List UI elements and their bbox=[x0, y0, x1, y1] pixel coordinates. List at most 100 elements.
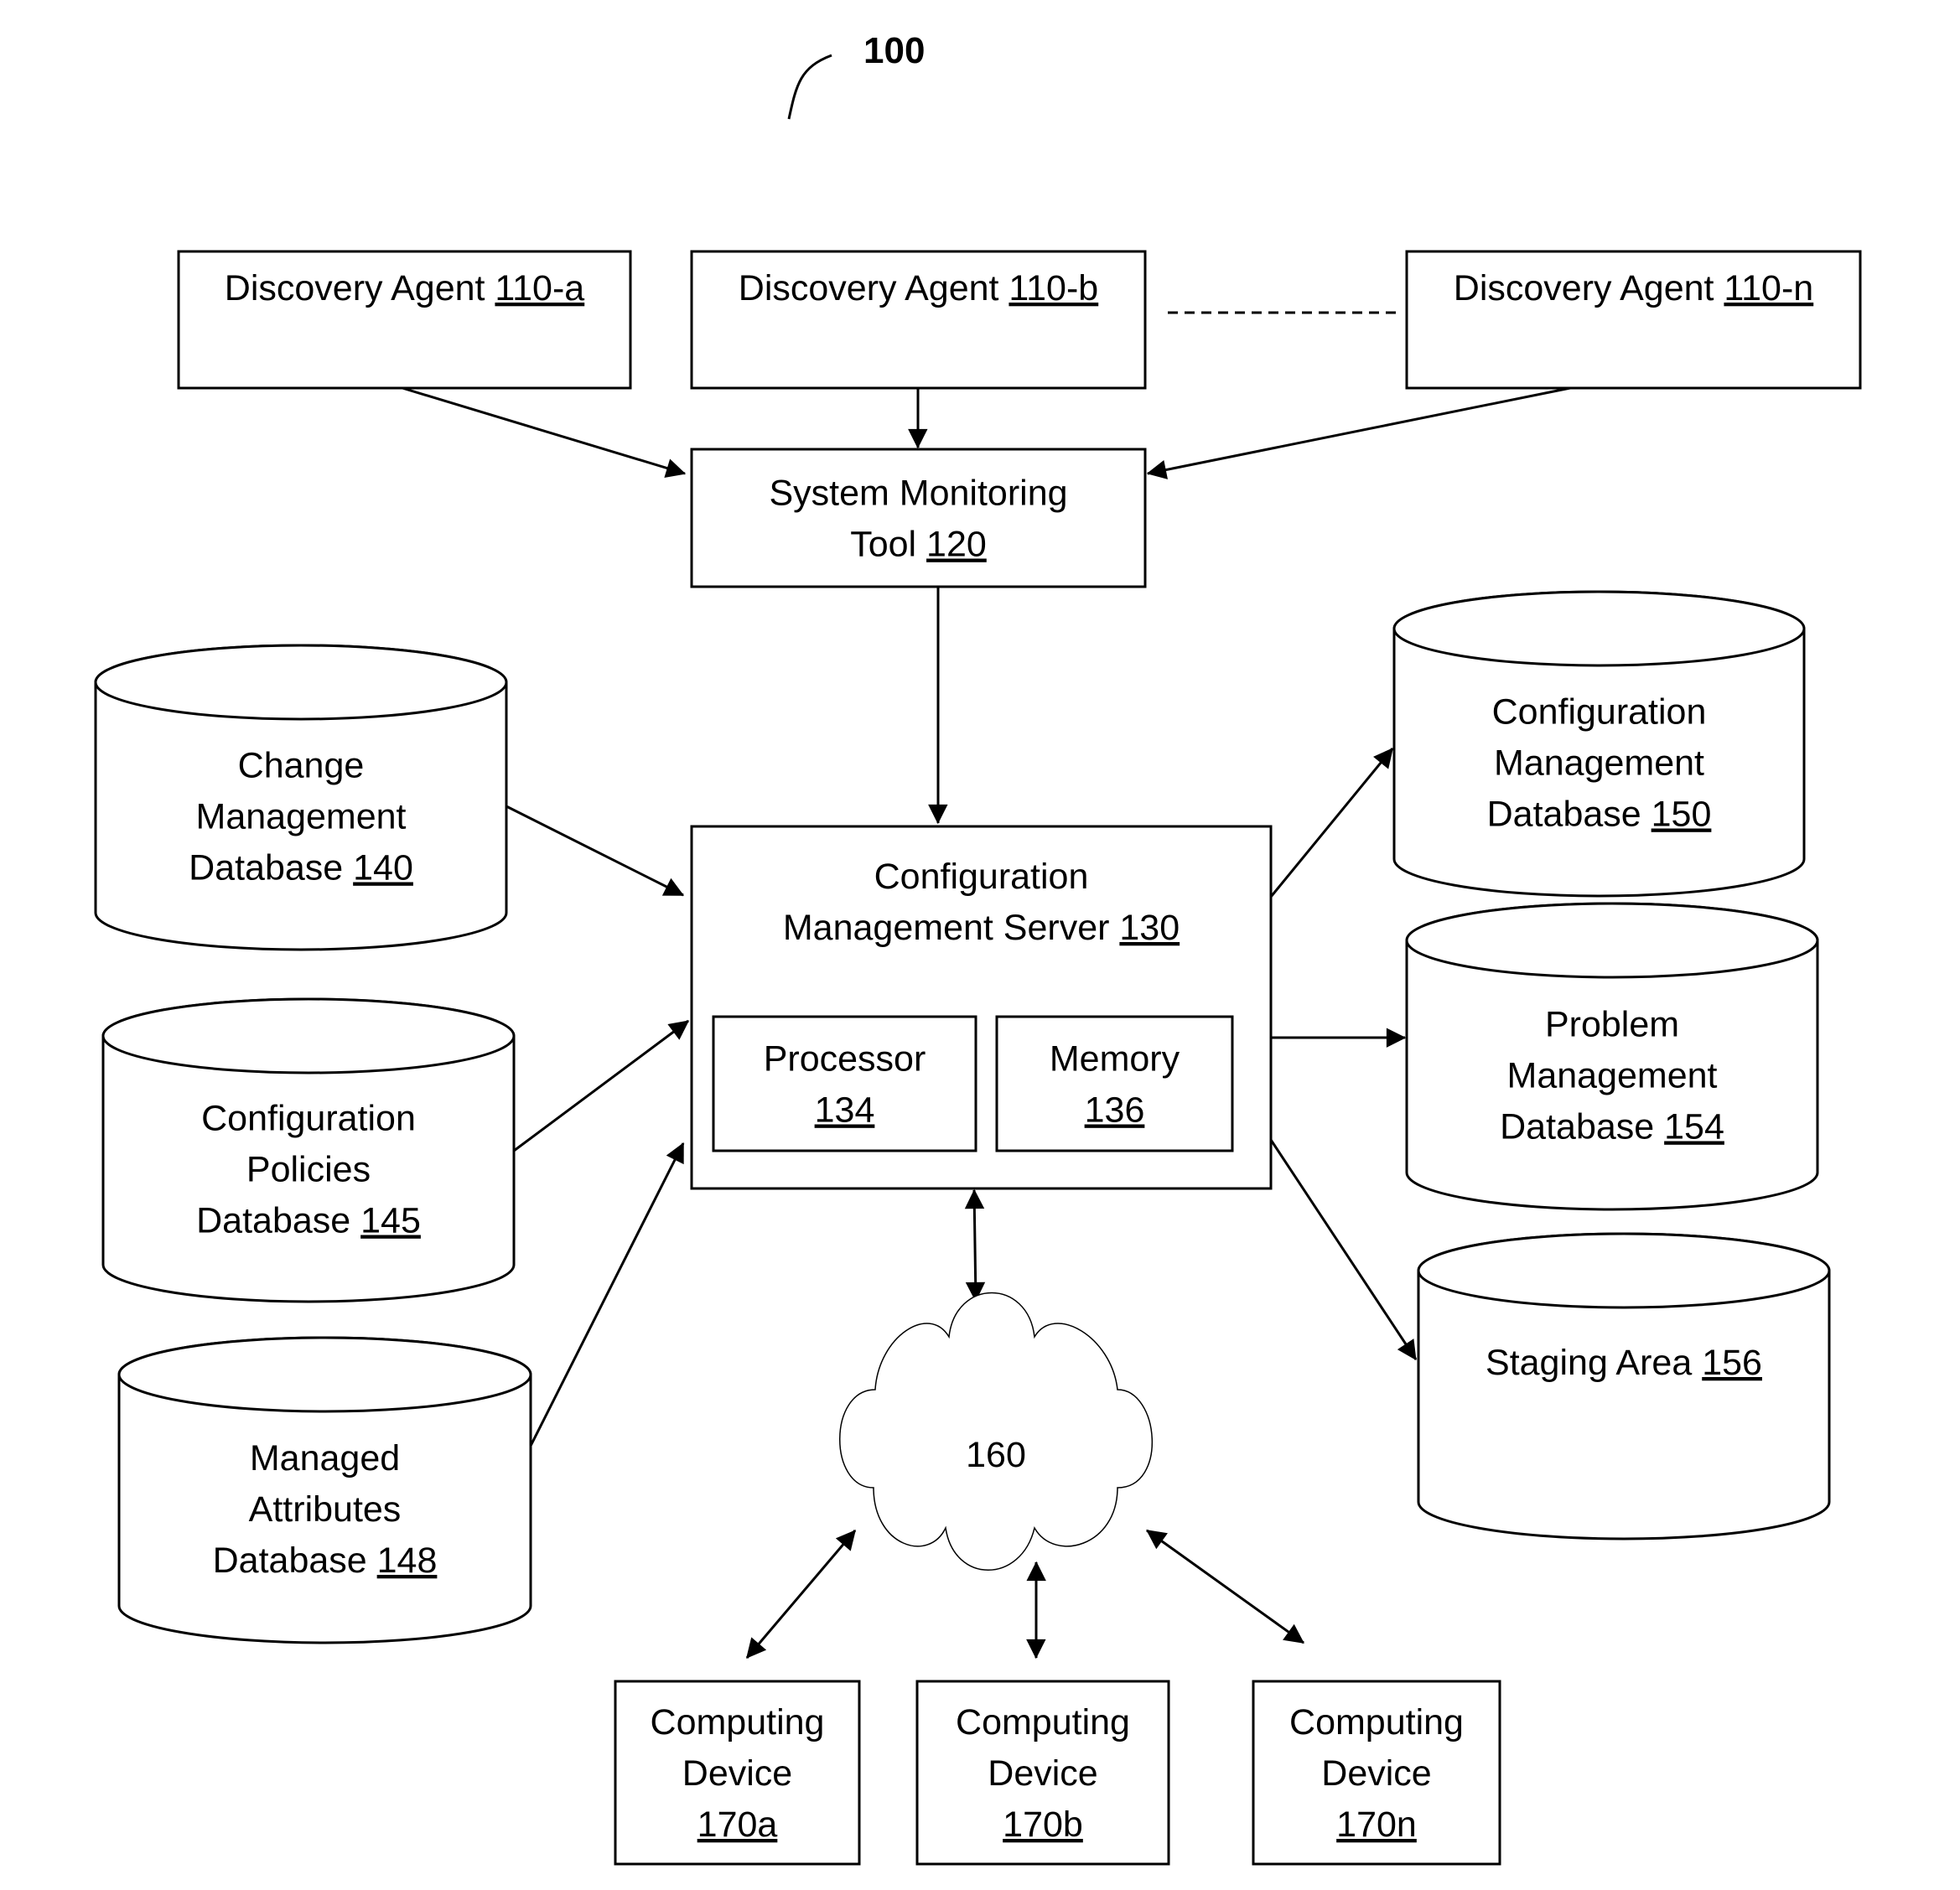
label-line: Discovery Agent 110-a bbox=[225, 268, 585, 308]
processor-box: Processor 134 bbox=[712, 1015, 977, 1152]
label-line: 160 bbox=[966, 1435, 1026, 1475]
label-text: Configuration bbox=[1492, 692, 1707, 733]
db-154-cylinder: Problem Management Database 154 bbox=[1405, 902, 1819, 1211]
box-outline bbox=[690, 448, 1147, 588]
arrow-agent-n-to-monitoring-tool bbox=[1146, 386, 1571, 479]
figure-leader-line bbox=[787, 54, 832, 120]
arrow-server-to-db-156 bbox=[1269, 1139, 1418, 1361]
label-text: Database bbox=[189, 848, 353, 888]
box-outline bbox=[712, 1015, 977, 1152]
label-line: Tool 120 bbox=[850, 525, 987, 565]
label-text: Computing bbox=[651, 1702, 825, 1742]
reference-numeral: 156 bbox=[1702, 1343, 1762, 1383]
label-text: Database bbox=[196, 1201, 360, 1241]
label-line: Processor bbox=[764, 1039, 926, 1080]
database-top bbox=[1405, 902, 1819, 979]
label-line: 136 bbox=[1085, 1090, 1145, 1131]
label-text: Database bbox=[213, 1540, 377, 1581]
reference-numeral: 170a bbox=[697, 1805, 778, 1845]
label-line: Staging Area 156 bbox=[1486, 1343, 1762, 1383]
label-text: System Monitoring bbox=[769, 474, 1067, 514]
label-text: Management bbox=[1507, 1056, 1718, 1096]
label-line: Managed bbox=[250, 1438, 400, 1478]
label-line: Management bbox=[1494, 743, 1704, 784]
label-line: Configuration bbox=[1492, 692, 1707, 733]
label-line: Memory bbox=[1050, 1039, 1180, 1080]
label-line: 134 bbox=[815, 1090, 875, 1131]
label-line: Discovery Agent 110-n bbox=[1454, 268, 1813, 308]
db-148-cylinder: Managed Attributes Database 148 bbox=[117, 1336, 532, 1644]
label-line: Configuration bbox=[874, 857, 1089, 897]
label-text: Policies bbox=[246, 1150, 371, 1190]
label-line: Management bbox=[196, 797, 407, 837]
label-text: Discovery Agent bbox=[1454, 268, 1724, 308]
label-text: Staging Area bbox=[1486, 1343, 1702, 1383]
label-line: Attributes bbox=[249, 1489, 402, 1530]
system-diagram: 100 Discovery Agent 110-a Discovery Agent… bbox=[94, 30, 1862, 1866]
label-line: Database 154 bbox=[1500, 1107, 1724, 1147]
label-text: Management Server bbox=[783, 908, 1120, 948]
label-text: Computing bbox=[1289, 1702, 1464, 1742]
cloud-icon bbox=[839, 1292, 1153, 1571]
reference-numeral: 145 bbox=[360, 1201, 421, 1241]
arrow-db-140-to-server bbox=[506, 805, 685, 897]
label-text: Device bbox=[682, 1753, 792, 1794]
arrow-server-to-network bbox=[964, 1188, 986, 1302]
label-text: Managed bbox=[250, 1438, 400, 1478]
label-text: Memory bbox=[1050, 1039, 1180, 1080]
db-145-cylinder: Configuration Policies Database 145 bbox=[101, 997, 516, 1303]
label-line: Management bbox=[1507, 1056, 1718, 1096]
arrow-network-to-device-a bbox=[745, 1530, 857, 1659]
reference-numeral: 136 bbox=[1085, 1090, 1145, 1131]
reference-numeral: 170b bbox=[1003, 1805, 1083, 1845]
label-text: Tool bbox=[850, 525, 926, 565]
label-line: 170n bbox=[1336, 1805, 1417, 1845]
database-top bbox=[101, 997, 516, 1074]
database-top bbox=[1392, 590, 1806, 667]
arrow-server-to-db-150 bbox=[1269, 748, 1394, 898]
db-140-cylinder: Change Management Database 140 bbox=[94, 644, 508, 951]
label-line: Device bbox=[682, 1753, 792, 1794]
db-156-cylinder: Staging Area 156 bbox=[1417, 1232, 1831, 1540]
label-text: Problem bbox=[1545, 1005, 1679, 1045]
label-text: Discovery Agent bbox=[739, 268, 1009, 308]
components: Discovery Agent 110-a Discovery Agent 110… bbox=[94, 250, 1862, 1866]
network-cloud: 160 bbox=[839, 1292, 1153, 1571]
box-outline bbox=[995, 1015, 1234, 1152]
db-150-cylinder: Configuration Management Database 150 bbox=[1392, 590, 1806, 898]
reference-numeral: 110-a bbox=[495, 268, 584, 308]
monitoring-tool-box: System Monitoring Tool 120 bbox=[690, 448, 1147, 588]
arrow-agent-a-to-monitoring-tool bbox=[402, 386, 687, 478]
label-text: Device bbox=[1321, 1753, 1431, 1794]
label-line: System Monitoring bbox=[769, 474, 1067, 514]
label-text: Management bbox=[1494, 743, 1704, 784]
label-line: Database 148 bbox=[213, 1540, 438, 1581]
device-n-box: Computing Device 170n bbox=[1252, 1680, 1501, 1866]
label-text: Change bbox=[238, 746, 365, 786]
device-a-box: Computing Device 170a bbox=[614, 1680, 861, 1866]
label-line: Change bbox=[238, 746, 365, 786]
label-text: Attributes bbox=[249, 1489, 402, 1530]
label-line: Computing bbox=[956, 1702, 1130, 1742]
reference-numeral: 170n bbox=[1336, 1805, 1417, 1845]
label-line: Problem bbox=[1545, 1005, 1679, 1045]
reference-numeral: 110-b bbox=[1009, 268, 1098, 308]
label-line: Database 140 bbox=[189, 848, 413, 888]
agent-b-box: Discovery Agent 110-b bbox=[690, 250, 1147, 390]
reference-numeral: 140 bbox=[353, 848, 413, 888]
label-line: 170b bbox=[1003, 1805, 1083, 1845]
reference-numeral: 110-n bbox=[1724, 268, 1813, 308]
arrow-db-148-to-server bbox=[529, 1142, 685, 1447]
label-line: Configuration bbox=[201, 1099, 416, 1139]
label-text: Discovery Agent bbox=[225, 268, 495, 308]
label-line: Database 150 bbox=[1487, 795, 1712, 835]
reference-numeral: 120 bbox=[926, 525, 987, 565]
reference-numeral: 150 bbox=[1651, 795, 1712, 835]
label-line: Database 145 bbox=[196, 1201, 421, 1241]
label-line: Device bbox=[1321, 1753, 1431, 1794]
label-line: Management Server 130 bbox=[783, 908, 1180, 948]
label-text: Database bbox=[1487, 795, 1651, 835]
database-top bbox=[1417, 1232, 1831, 1309]
label-text: Computing bbox=[956, 1702, 1130, 1742]
label-text: Configuration bbox=[874, 857, 1089, 897]
